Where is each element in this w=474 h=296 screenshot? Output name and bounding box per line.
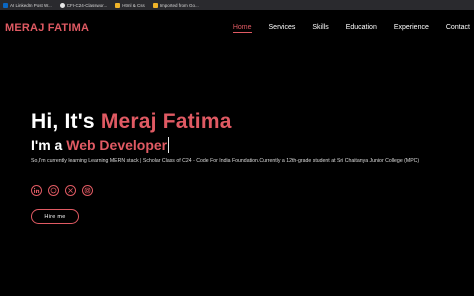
bookmark-label: AI LinkedIn Post W...	[10, 2, 52, 8]
bookmark-cfi-classwork[interactable]: CFI-C24-Classwor...	[59, 2, 108, 8]
bookmarks-bar: AI LinkedIn Post W... CFI-C24-Classwor..…	[0, 0, 474, 10]
github-link[interactable]	[48, 185, 59, 196]
linkedin-icon	[33, 187, 40, 193]
linkedin-link[interactable]	[31, 185, 42, 196]
hero-role-prefix: I'm a	[31, 137, 67, 153]
hero-greeting: Hi, It's	[31, 110, 101, 133]
bookmark-imported[interactable]: Imported from Go...	[152, 2, 199, 8]
folder-icon	[152, 2, 158, 8]
hero-role: I'm a Web Developer	[31, 137, 170, 153]
nav-menu: Home Services Skills Education Experienc…	[216, 24, 470, 33]
site-logo[interactable]: MERAJ FATIMA	[5, 22, 89, 34]
bookmark-html-css[interactable]: Html & Css	[115, 2, 145, 8]
hero-title: Hi, It's Meraj Fatima	[31, 110, 232, 134]
bookmark-linkedin-post[interactable]: AI LinkedIn Post W...	[3, 2, 52, 8]
hero-role-text: Web Developer	[66, 137, 168, 153]
github-icon	[59, 2, 65, 8]
linkedin-icon	[3, 2, 8, 8]
nav-education[interactable]: Education	[346, 24, 377, 32]
navbar: MERAJ FATIMA Home Services Skills Educat…	[0, 10, 474, 46]
hire-me-button[interactable]: Hire me	[31, 209, 79, 224]
bookmark-label: CFI-C24-Classwor...	[66, 2, 108, 8]
nav-home[interactable]: Home	[232, 24, 252, 33]
typing-cursor	[168, 137, 170, 153]
x-icon	[68, 188, 73, 193]
instagram-link[interactable]	[82, 185, 93, 196]
hero-name: Meraj Fatima	[100, 110, 232, 133]
nav-contact[interactable]: Contact	[446, 24, 470, 32]
nav-services[interactable]: Services	[269, 24, 296, 32]
folder-icon	[115, 2, 121, 8]
nav-skills[interactable]: Skills	[312, 24, 328, 32]
nav-experience[interactable]: Experience	[394, 24, 429, 32]
bookmark-label: Html & Css	[122, 2, 145, 8]
instagram-icon	[84, 187, 91, 194]
social-links	[31, 185, 93, 196]
bookmark-label: Imported from Go...	[159, 2, 199, 8]
hero-description: So,I'm currently learning Learning MERN …	[31, 158, 420, 164]
x-link[interactable]	[65, 185, 76, 196]
github-icon	[50, 187, 57, 194]
